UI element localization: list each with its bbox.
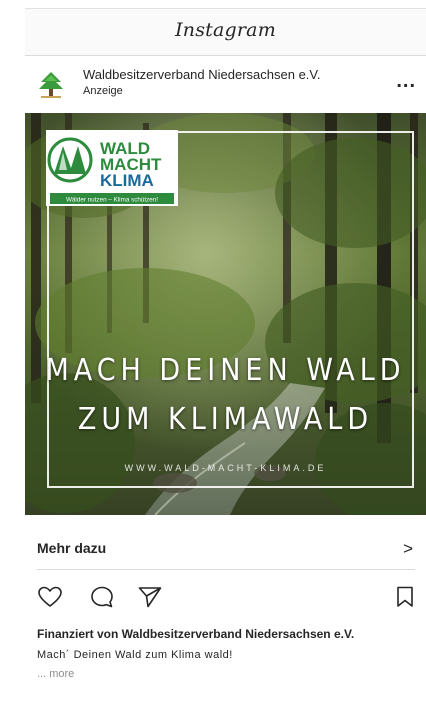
tree-icon: [39, 72, 63, 98]
sponsored-label: Anzeige: [83, 85, 123, 97]
sponsored-by: Finanziert von Waldbesitzerverband Niede…: [37, 627, 355, 641]
logo-line3: KLIMA: [100, 171, 154, 190]
avatar[interactable]: [35, 68, 67, 100]
headline-line1: MACH DEINEN WALD: [45, 353, 406, 388]
cta-label: Mehr dazu: [37, 540, 107, 556]
app-header: Instagram: [25, 8, 426, 56]
account-name[interactable]: Waldbesitzerverband Niedersachsen e.V.: [83, 67, 321, 82]
logo-tagline: Wälder nutzen – Klima schützen!: [66, 197, 158, 204]
headline-line2: ZUM KLIMAWALD: [77, 402, 374, 437]
website-url: WWW.WALD-MACHT-KLIMA.DE: [124, 463, 327, 473]
heart-icon[interactable]: [37, 585, 63, 609]
more-options-icon[interactable]: ...: [396, 71, 416, 91]
bookmark-icon[interactable]: [395, 585, 415, 609]
more-info-button[interactable]: Mehr dazu >: [37, 530, 415, 570]
post-image[interactable]: WALD MACHT KLIMA Wälder nutzen – Klima s…: [25, 113, 426, 515]
app-title: Instagram: [175, 19, 276, 41]
action-bar: [37, 585, 415, 613]
chevron-right-icon: >: [403, 539, 413, 558]
share-icon[interactable]: [137, 585, 163, 609]
caption-more-link[interactable]: ... more: [37, 668, 74, 680]
post-header: Waldbesitzerverband Niedersachsen e.V. A…: [25, 58, 426, 110]
caption-text: Mach´ Deinen Wald zum Klima wald!: [37, 649, 233, 661]
comment-icon[interactable]: [89, 585, 115, 609]
wald-macht-klima-logo: WALD MACHT KLIMA Wälder nutzen – Klima s…: [46, 130, 178, 206]
